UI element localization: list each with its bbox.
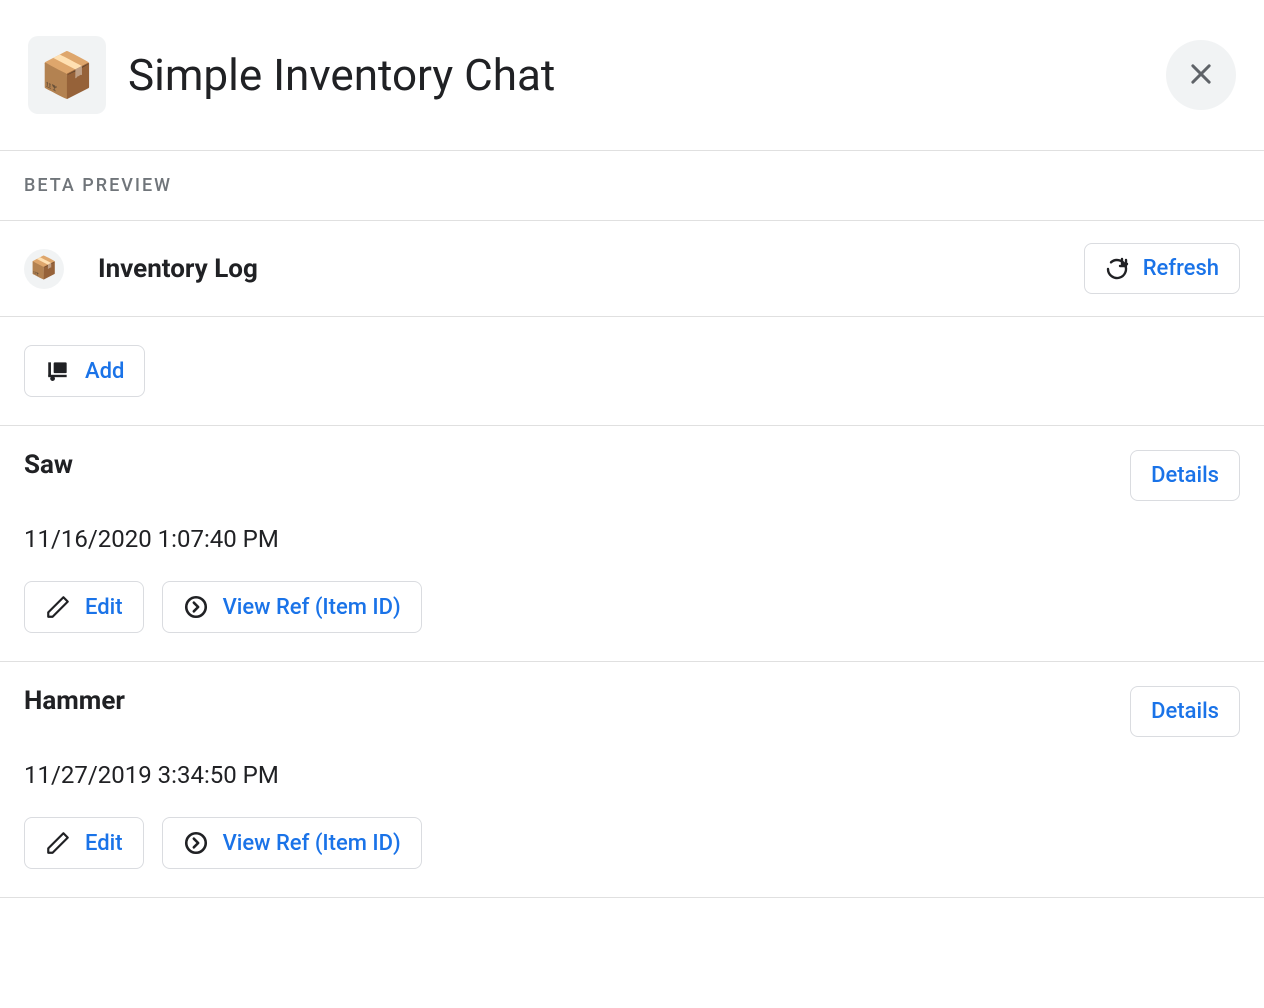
refresh-button[interactable]: Refresh [1084, 243, 1240, 294]
details-button[interactable]: Details [1130, 686, 1240, 737]
view-ref-label: View Ref (Item ID) [223, 831, 401, 856]
details-label: Details [1151, 463, 1219, 488]
add-button[interactable]: Add [24, 345, 145, 397]
pencil-icon [45, 594, 71, 620]
edit-button[interactable]: Edit [24, 817, 144, 869]
add-label: Add [85, 359, 124, 384]
item-actions: Edit View Ref (Item ID) [24, 581, 1240, 633]
dolly-icon [45, 358, 71, 384]
add-row: Add [0, 317, 1264, 426]
details-label: Details [1151, 699, 1219, 724]
beta-preview-label: BETA PREVIEW [24, 175, 1240, 196]
app-header: 📦 Simple Inventory Chat [0, 0, 1264, 151]
beta-preview-row: BETA PREVIEW [0, 151, 1264, 221]
package-icon: 📦 [28, 36, 106, 114]
view-ref-label: View Ref (Item ID) [223, 595, 401, 620]
pencil-icon [45, 830, 71, 856]
item-timestamp: 11/16/2020 1:07:40 PM [24, 525, 1240, 553]
package-icon: 📦 [24, 249, 64, 289]
view-ref-button[interactable]: View Ref (Item ID) [162, 581, 422, 633]
item-actions: Edit View Ref (Item ID) [24, 817, 1240, 869]
section-title: Inventory Log [98, 254, 1084, 284]
inventory-item: Hammer Details 11/27/2019 3:34:50 PM Edi… [0, 662, 1264, 898]
chevron-circle-icon [183, 594, 209, 620]
view-ref-button[interactable]: View Ref (Item ID) [162, 817, 422, 869]
app-title: Simple Inventory Chat [128, 49, 1166, 101]
inventory-item: Saw Details 11/16/2020 1:07:40 PM Edit V… [0, 426, 1264, 662]
section-header: 📦 Inventory Log Refresh [0, 221, 1264, 317]
item-timestamp: 11/27/2019 3:34:50 PM [24, 761, 1240, 789]
close-icon [1187, 60, 1215, 91]
refresh-icon [1105, 257, 1129, 281]
edit-label: Edit [85, 831, 123, 856]
details-button[interactable]: Details [1130, 450, 1240, 501]
close-button[interactable] [1166, 40, 1236, 110]
item-name: Saw [24, 450, 73, 480]
edit-button[interactable]: Edit [24, 581, 144, 633]
chevron-circle-icon [183, 830, 209, 856]
refresh-label: Refresh [1143, 256, 1219, 281]
item-name: Hammer [24, 686, 125, 716]
edit-label: Edit [85, 595, 123, 620]
